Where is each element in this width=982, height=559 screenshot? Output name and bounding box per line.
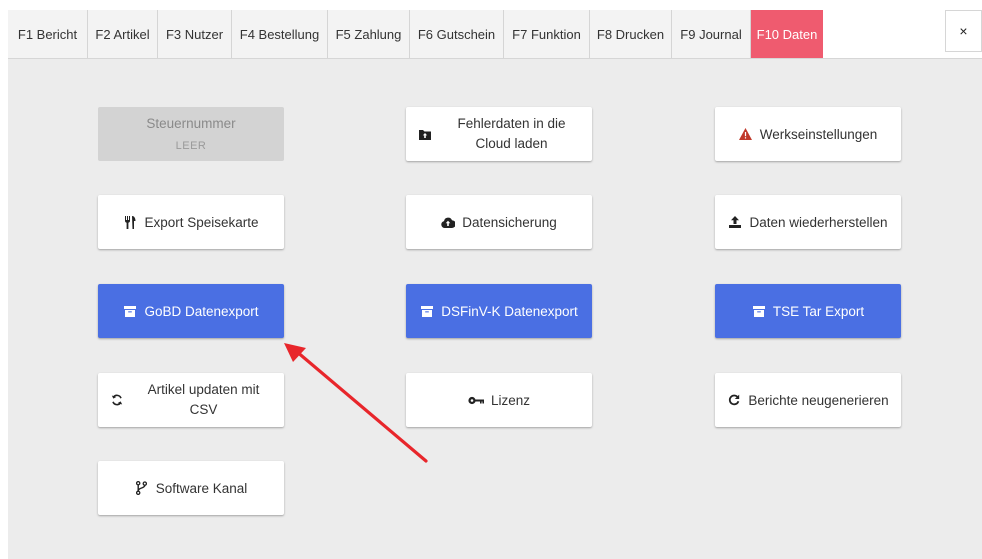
berichte-neugenerieren-label: Berichte neugenerieren <box>748 392 889 408</box>
dsfinv-export-label: DSFinV-K Datenexport <box>441 303 578 319</box>
tab-drucken[interactable]: F8 Drucken <box>590 10 672 58</box>
warning-icon <box>739 127 753 141</box>
fehlerdaten-label-line2: Cloud laden <box>475 136 548 151</box>
refresh-icon <box>727 393 741 407</box>
tab-gutschein[interactable]: F6 Gutschein <box>410 10 504 58</box>
steuernummer-button: Steuernummer LEER <box>98 107 284 161</box>
steuernummer-value: LEER <box>175 140 207 152</box>
werkseinstellungen-button[interactable]: Werkseinstellungen <box>715 107 901 161</box>
fehlerdaten-cloud-button[interactable]: Fehlerdaten in die Cloud laden <box>406 107 592 161</box>
gobd-export-button[interactable]: GoBD Datenexport <box>98 284 284 338</box>
arrow-head <box>284 343 306 362</box>
cloud-upload-icon <box>441 215 456 229</box>
lizenz-label: Lizenz <box>490 392 531 408</box>
tab-nutzer[interactable]: F3 Nutzer <box>158 10 232 58</box>
software-kanal-button[interactable]: Software Kanal <box>98 461 284 515</box>
datensicherung-label: Datensicherung <box>462 214 557 230</box>
tab-artikel[interactable]: F2 Artikel <box>88 10 158 58</box>
code-branch-icon <box>135 481 149 495</box>
upload-icon <box>728 215 742 229</box>
tse-tar-export-button[interactable]: TSE Tar Export <box>715 284 901 338</box>
export-speisekarte-label: Export Speisekarte <box>144 214 259 230</box>
tab-bericht[interactable]: F1 Bericht <box>8 10 88 58</box>
artikel-updaten-csv-button[interactable]: Artikel updaten mit CSV <box>98 373 284 427</box>
tab-journal[interactable]: F9 Journal <box>672 10 751 58</box>
fehlerdaten-label: Fehlerdaten in die Cloud laden <box>439 114 592 154</box>
artikel-updaten-label-line1: Artikel updaten mit <box>147 382 260 397</box>
tab-zahlung[interactable]: F5 Zahlung <box>328 10 410 58</box>
data-window: F1 Bericht F2 Artikel F3 Nutzer F4 Beste… <box>8 10 982 559</box>
key-icon <box>468 393 484 407</box>
archive-icon <box>420 304 434 318</box>
datensicherung-button[interactable]: Datensicherung <box>406 195 592 249</box>
archive-icon <box>752 304 766 318</box>
artikel-updaten-label: Artikel updaten mit CSV <box>131 380 284 420</box>
tab-bar: F1 Bericht F2 Artikel F3 Nutzer F4 Beste… <box>8 10 982 59</box>
dsfinv-export-button[interactable]: DSFinV-K Datenexport <box>406 284 592 338</box>
steuernummer-label: Steuernummer <box>146 116 236 131</box>
werkseinstellungen-label: Werkseinstellungen <box>759 126 878 142</box>
lizenz-button[interactable]: Lizenz <box>406 373 592 427</box>
sync-icon <box>110 393 124 407</box>
tab-bestellung[interactable]: F4 Bestellung <box>232 10 328 58</box>
close-button[interactable]: × <box>945 10 982 52</box>
tab-funktion[interactable]: F7 Funktion <box>504 10 590 58</box>
fehlerdaten-label-line1: Fehlerdaten in die <box>457 116 566 131</box>
archive-icon <box>123 304 137 318</box>
gobd-export-label: GoBD Datenexport <box>144 303 259 319</box>
export-speisekarte-button[interactable]: Export Speisekarte <box>98 195 284 249</box>
berichte-neugenerieren-button[interactable]: Berichte neugenerieren <box>715 373 901 427</box>
artikel-updaten-label-line2: CSV <box>189 402 218 417</box>
folder-upload-icon <box>418 127 432 141</box>
daten-wiederherstellen-label: Daten wiederherstellen <box>749 214 888 230</box>
daten-wiederherstellen-button[interactable]: Daten wiederherstellen <box>715 195 901 249</box>
tab-daten[interactable]: F10 Daten <box>751 10 823 58</box>
tse-tar-export-label: TSE Tar Export <box>772 303 865 319</box>
software-kanal-label: Software Kanal <box>155 480 248 496</box>
utensils-icon <box>123 215 137 229</box>
